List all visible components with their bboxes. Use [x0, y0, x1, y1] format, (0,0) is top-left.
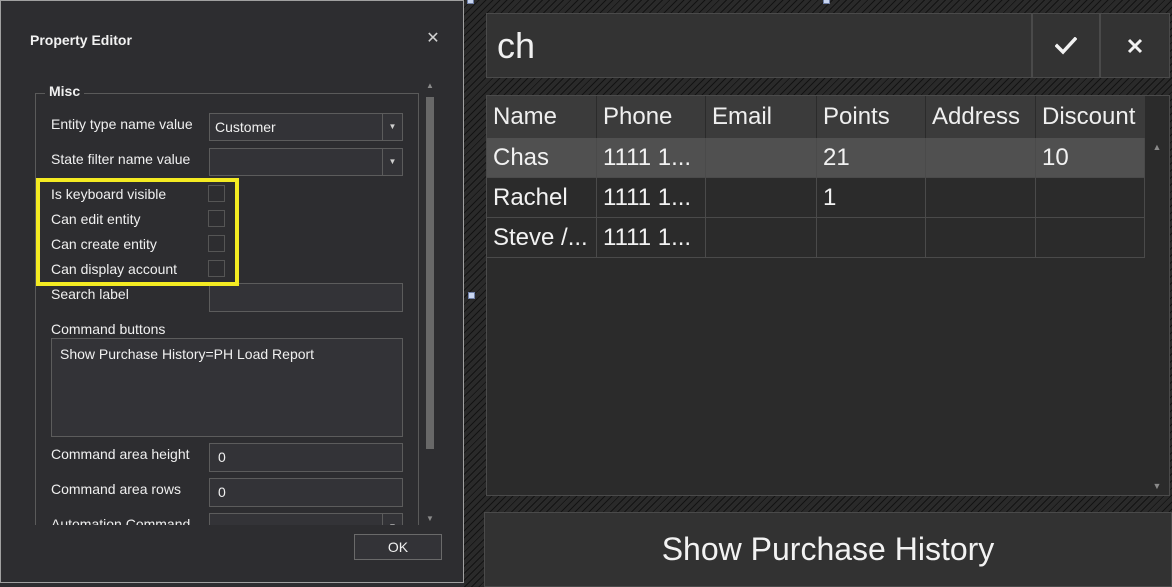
cell-points — [817, 218, 926, 258]
command-area-rows-field[interactable]: 0 — [209, 478, 403, 507]
state-filter-select[interactable]: ▼ — [209, 148, 403, 176]
confirm-button[interactable] — [1032, 13, 1100, 78]
entity-grid: Name Phone Email Points Address Discount… — [486, 95, 1170, 496]
state-filter-label: State filter name value — [51, 151, 191, 167]
selection-handle-top-middle[interactable] — [823, 0, 830, 4]
table-row[interactable]: Chas 1111 1... 21 10 — [487, 138, 1145, 178]
highlight-box — [36, 178, 239, 286]
scroll-up-arrow-icon[interactable]: ▲ — [422, 81, 438, 90]
table-row[interactable]: Rachel 1111 1... 1 — [487, 178, 1145, 218]
column-header-points[interactable]: Points — [817, 96, 926, 138]
cell-email — [706, 178, 817, 218]
ok-button[interactable]: OK — [354, 534, 442, 560]
check-icon — [1055, 36, 1077, 55]
cell-discount — [1036, 178, 1145, 218]
grid-header: Name Phone Email Points Address Discount — [487, 96, 1145, 138]
entity-type-select[interactable]: Customer ▼ — [209, 113, 403, 141]
selection-handle-left-middle[interactable] — [468, 292, 475, 299]
cell-name: Chas — [487, 138, 597, 178]
cell-phone: 1111 1... — [597, 138, 706, 178]
command-buttons-label: Command buttons — [51, 321, 166, 337]
cell-name: Rachel — [487, 178, 597, 218]
command-area-rows-label: Command area rows — [51, 481, 181, 497]
close-icon — [1127, 38, 1143, 53]
cell-address — [926, 138, 1036, 178]
cell-phone: 1111 1... — [597, 178, 706, 218]
column-header-email[interactable]: Email — [706, 96, 817, 138]
scrollbar-thumb[interactable] — [426, 97, 434, 449]
cell-address — [926, 218, 1036, 258]
scroll-up-arrow-icon[interactable]: ▲ — [1145, 142, 1169, 152]
command-area-height-label: Command area height — [51, 446, 190, 462]
column-header-discount[interactable]: Discount — [1036, 96, 1145, 138]
search-label-field[interactable] — [209, 283, 403, 312]
property-grid-scrollbar[interactable]: ▲ ▼ — [422, 79, 438, 525]
column-header-phone[interactable]: Phone — [597, 96, 706, 138]
property-grid: Misc Entity type name value Customer ▼ S… — [23, 75, 441, 525]
search-label-label: Search label — [51, 286, 129, 302]
search-input[interactable]: ch — [486, 13, 1032, 78]
chevron-down-icon[interactable]: ▼ — [382, 114, 402, 140]
column-header-name[interactable]: Name — [487, 96, 597, 138]
chevron-down-icon[interactable]: ▼ — [382, 514, 402, 525]
entity-type-label: Entity type name value — [51, 116, 193, 132]
selection-handle-top-left[interactable] — [467, 0, 474, 4]
scroll-down-arrow-icon[interactable]: ▼ — [1145, 481, 1169, 491]
grid-scrollbar[interactable]: ▲ ▼ — [1145, 138, 1169, 495]
cell-discount — [1036, 218, 1145, 258]
automation-command-label: Automation Command — [51, 516, 191, 525]
table-row[interactable]: Steve /... 1111 1... — [487, 218, 1145, 258]
command-area-height-field[interactable]: 0 — [209, 443, 403, 472]
show-purchase-history-button[interactable]: Show Purchase History — [484, 512, 1172, 587]
cell-email — [706, 218, 817, 258]
entity-type-value: Customer — [215, 119, 276, 135]
clear-search-button[interactable] — [1100, 13, 1170, 78]
cell-points: 1 — [817, 178, 926, 218]
column-header-address[interactable]: Address — [926, 96, 1036, 138]
cell-email — [706, 138, 817, 178]
close-icon[interactable]: ✕ — [425, 29, 441, 49]
group-title: Misc — [45, 83, 85, 99]
cell-address — [926, 178, 1036, 218]
property-editor-dialog: Property Editor ✕ Misc Entity type name … — [0, 0, 464, 583]
command-buttons-field[interactable]: Show Purchase History=PH Load Report — [51, 338, 403, 437]
cell-name: Steve /... — [487, 218, 597, 258]
cell-discount: 10 — [1036, 138, 1145, 178]
cell-phone: 1111 1... — [597, 218, 706, 258]
cell-points: 21 — [817, 138, 926, 178]
automation-command-select[interactable]: ▼ — [209, 513, 403, 525]
chevron-down-icon[interactable]: ▼ — [382, 149, 402, 175]
scroll-down-arrow-icon[interactable]: ▼ — [422, 514, 438, 523]
dialog-title: Property Editor — [30, 32, 132, 48]
